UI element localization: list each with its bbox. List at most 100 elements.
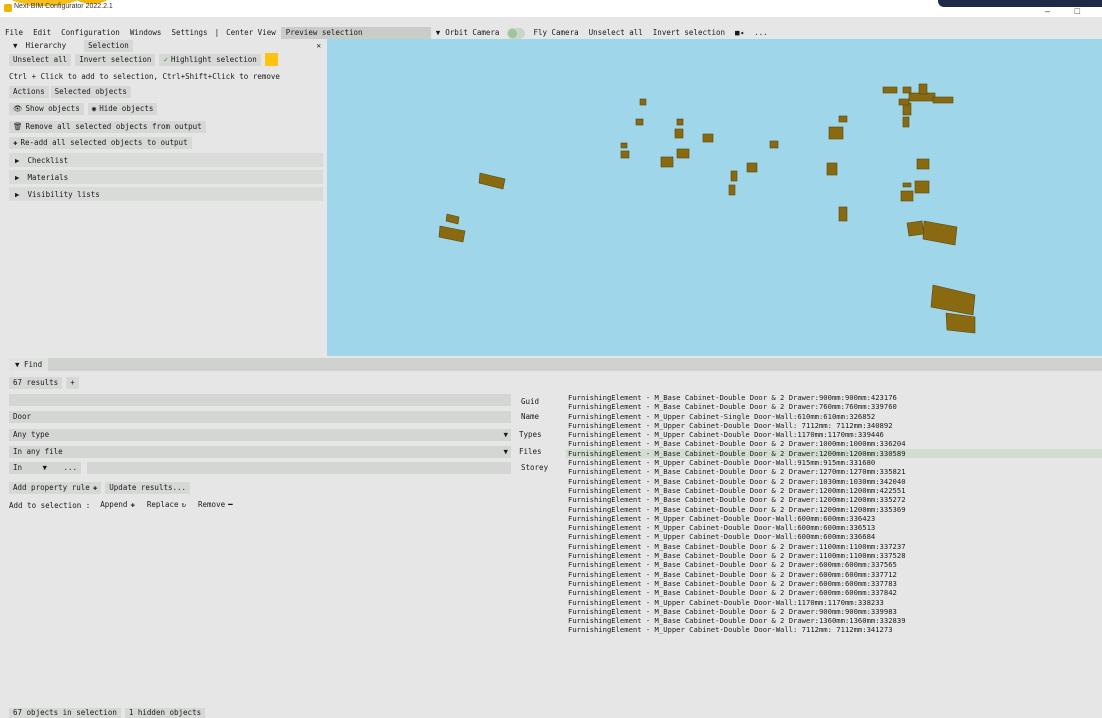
cabinet-object[interactable] [620,142,628,149]
find-tab[interactable]: ▼ Find [9,358,49,371]
3d-viewport[interactable] [327,39,1102,356]
menu-settings[interactable]: Settings [166,27,212,39]
preview-selection-button[interactable]: Preview selection [280,27,431,39]
cabinet-object[interactable] [900,190,914,202]
add-property-rule-button[interactable]: Add property rule ✚ [9,482,102,494]
tab-results[interactable]: 67 results [9,377,63,389]
cabinet-object[interactable] [932,96,954,104]
fly-camera-label[interactable]: Fly Camera [528,27,583,39]
invert-selection-button[interactable]: Invert selection [75,53,156,66]
orbit-camera-label[interactable]: Orbit Camera [445,27,504,39]
tab-selected-objects[interactable]: Selected objects [50,86,131,98]
cabinet-object[interactable] [882,86,898,94]
result-row[interactable]: FurnishingElement - M_Base Cabinet-Doubl… [566,607,1102,616]
menu-file[interactable]: File [0,27,28,39]
result-row[interactable]: FurnishingElement - M_Base Cabinet-Doubl… [566,402,1102,411]
cabinet-object[interactable] [728,184,736,196]
cabinet-object[interactable] [916,158,930,170]
tab-hierarchy[interactable]: Hierarchy [22,40,71,52]
file-select[interactable]: In any file ▼ [9,446,511,458]
cabinet-object[interactable] [702,133,714,143]
cabinet-object[interactable] [438,225,466,243]
section-checklist[interactable]: ▶ Checklist [9,153,323,167]
result-row[interactable]: FurnishingElement - M_Upper Cabinet-Doub… [566,523,1102,532]
section-visibility-lists[interactable]: ▶ Visibility lists [9,187,323,201]
result-row[interactable]: FurnishingElement - M_Base Cabinet-Doubl… [566,505,1102,514]
result-row[interactable]: FurnishingElement - M_Base Cabinet-Doubl… [566,551,1102,560]
cabinet-object[interactable] [922,220,958,246]
menu-windows[interactable]: Windows [125,27,167,39]
cabinet-object[interactable] [730,170,738,182]
menu-edit[interactable]: Edit [28,27,56,39]
result-row[interactable]: FurnishingElement - M_Upper Cabinet-Doub… [566,514,1102,523]
cabinet-object[interactable] [828,126,844,140]
viewport-unselect-all-button[interactable]: Unselect all [584,27,648,39]
storey-in-select[interactable]: In ▼ ... [9,462,81,474]
cabinet-object[interactable] [746,162,758,173]
cabinet-object[interactable] [769,140,779,149]
result-row[interactable]: FurnishingElement - M_Upper Cabinet-Doub… [566,532,1102,541]
cabinet-object[interactable] [676,148,690,159]
result-row[interactable]: FurnishingElement - M_Base Cabinet-Doubl… [566,495,1102,504]
result-row[interactable]: FurnishingElement - M_Base Cabinet-Doubl… [566,560,1102,569]
cabinet-object[interactable] [838,115,848,123]
result-row[interactable]: FurnishingElement - M_Base Cabinet-Doubl… [566,448,1102,459]
cabinet-object[interactable] [639,98,647,106]
result-row[interactable]: FurnishingElement - M_Base Cabinet-Doubl… [566,579,1102,588]
tab-actions[interactable]: Actions [9,86,49,98]
result-row[interactable]: FurnishingElement - M_Upper Cabinet-Doub… [566,598,1102,607]
cabinet-object[interactable] [930,284,976,316]
cabinet-object[interactable] [674,128,684,139]
cabinet-object[interactable] [914,180,930,194]
result-row[interactable]: FurnishingElement - M_Upper Cabinet-Sing… [566,412,1102,421]
cabinet-object[interactable] [478,172,506,190]
cabinet-object[interactable] [445,213,460,225]
result-row[interactable]: FurnishingElement - M_Base Cabinet-Doubl… [566,570,1102,579]
unselect-all-button[interactable]: Unselect all [9,53,72,66]
highlight-color-swatch[interactable] [264,53,278,66]
readd-all-selected-button[interactable]: ✚ Re-add all selected objects to output [9,137,192,149]
result-row[interactable]: FurnishingElement - M_Base Cabinet-Doubl… [566,542,1102,551]
camera-dropdown-icon[interactable]: ▼ [431,27,446,39]
highlight-selection-checkbox[interactable]: ✓ Highlight selection [159,53,261,66]
result-row[interactable]: FurnishingElement - M_Base Cabinet-Doubl… [566,467,1102,476]
result-row[interactable]: FurnishingElement - M_Base Cabinet-Doubl… [566,477,1102,486]
panel-collapse-icon[interactable]: ▼ [9,40,22,52]
video-camera-icon[interactable]: ■◂ [730,27,749,39]
cabinet-object[interactable] [838,206,848,222]
3d-scene[interactable] [327,39,1102,356]
cabinet-object[interactable] [635,118,644,126]
append-button[interactable]: Append ✚ [96,499,139,511]
cabinet-object[interactable] [945,312,976,334]
remove-all-selected-button[interactable]: 🗑 Remove all selected objects from outpu… [9,121,206,133]
show-objects-button[interactable]: 👁 Show objects [9,103,84,115]
cabinet-object[interactable] [902,86,912,94]
result-row[interactable]: FurnishingElement - M_Upper Cabinet-Doub… [566,421,1102,430]
result-row[interactable]: FurnishingElement - M_Base Cabinet-Doubl… [566,393,1102,402]
hide-objects-button[interactable]: ◉ Hide objects [87,103,158,115]
camera-mode-toggle[interactable] [507,27,526,39]
section-materials[interactable]: ▶ Materials [9,170,323,184]
menu-configuration[interactable]: Configuration [56,27,125,39]
cabinet-object[interactable] [898,98,910,106]
storey-field[interactable] [87,462,511,474]
cabinet-object[interactable] [902,182,912,188]
cabinet-object[interactable] [906,220,925,237]
viewport-invert-selection-button[interactable]: Invert selection [648,27,730,39]
maximize-button[interactable]: □ [1075,6,1080,16]
minimize-button[interactable]: – [1045,6,1050,16]
type-select[interactable]: Any type ▼ [9,429,511,441]
close-icon[interactable]: ✕ [312,40,325,52]
result-row[interactable]: FurnishingElement - M_Base Cabinet-Doubl… [566,439,1102,448]
more-menu-button[interactable]: ... [749,27,773,39]
result-row[interactable]: FurnishingElement - M_Upper Cabinet-Doub… [566,430,1102,439]
remove-button[interactable]: Remove ━ [194,499,237,511]
result-row[interactable]: FurnishingElement - M_Base Cabinet-Doubl… [566,616,1102,625]
results-list[interactable]: FurnishingElement - M_Base Cabinet-Doubl… [566,393,1102,704]
result-row[interactable]: FurnishingElement - M_Base Cabinet-Doubl… [566,486,1102,495]
result-row[interactable]: FurnishingElement - M_Upper Cabinet-Doub… [566,458,1102,467]
storey-more-button[interactable]: ... [63,462,77,474]
cabinet-object[interactable] [660,156,674,168]
cabinet-object[interactable] [826,162,838,176]
update-results-button[interactable]: Update results... [105,482,191,494]
